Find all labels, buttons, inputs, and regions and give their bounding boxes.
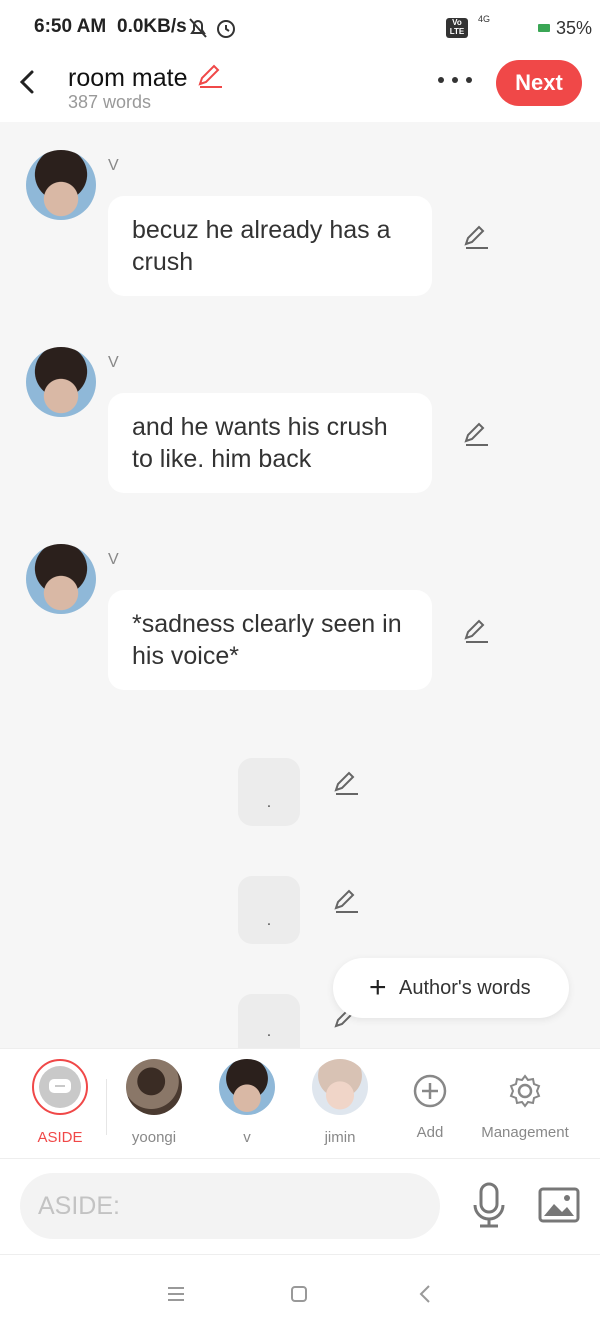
message-bubble[interactable]: *sadness clearly seen in his voice*	[108, 590, 432, 690]
gear-icon	[509, 1074, 541, 1108]
nav-back-icon[interactable]	[418, 1284, 432, 1304]
edit-message-icon[interactable]	[462, 421, 490, 449]
authors-words-button[interactable]: + Author's words	[333, 958, 569, 1018]
character-jimin[interactable]: jimin	[300, 1059, 380, 1146]
input-bar	[0, 1158, 600, 1255]
status-bar: 6:50 AM 0.0KB/s Vo LTE 4G 35%	[0, 0, 600, 56]
message-input[interactable]	[20, 1173, 440, 1239]
message-bubble[interactable]: becuz he already has a crush	[108, 196, 432, 296]
volte-icon: Vo LTE	[446, 18, 468, 38]
avatar	[312, 1059, 368, 1115]
edit-message-icon[interactable]	[332, 888, 360, 916]
microphone-icon[interactable]	[470, 1181, 508, 1231]
header: room mate 387 words Next	[0, 56, 600, 122]
character-aside[interactable]: ASIDE	[20, 1059, 100, 1146]
word-count: 387 words	[68, 92, 152, 112]
message-bubble[interactable]: and he wants his crush to like. him back	[108, 393, 432, 493]
next-button[interactable]: Next	[496, 60, 582, 106]
add-label: Add	[416, 1124, 444, 1141]
character-bar: ASIDE yoongi v jimin Add Management	[0, 1048, 600, 1159]
message-sender: V	[108, 354, 119, 371]
bell-off-icon	[189, 18, 207, 38]
message-sender: V	[108, 157, 119, 174]
aside-bubble[interactable]: .	[238, 758, 300, 826]
home-icon[interactable]	[290, 1285, 308, 1303]
avatar-v	[26, 150, 96, 220]
back-icon[interactable]	[16, 68, 40, 96]
image-icon[interactable]	[538, 1187, 580, 1225]
aside-avatar	[32, 1059, 88, 1115]
status-net-speed: 0.0KB/s	[117, 16, 187, 37]
edit-message-icon[interactable]	[462, 224, 490, 252]
management-button[interactable]: Management	[474, 1059, 576, 1141]
authors-words-label: Author's words	[399, 977, 531, 999]
character-name: ASIDE	[37, 1129, 83, 1146]
avatar-v	[26, 347, 96, 417]
more-icon[interactable]	[436, 74, 474, 86]
character-name: jimin	[324, 1129, 356, 1146]
chat-bubble-icon	[49, 1079, 71, 1093]
aside-bubble[interactable]: .	[238, 994, 300, 1048]
menu-icon[interactable]	[166, 1285, 186, 1303]
avatar	[126, 1059, 182, 1115]
network-type: 4G	[478, 14, 491, 24]
alarm-icon	[217, 20, 235, 38]
edit-title-icon[interactable]	[196, 62, 224, 90]
avatar	[219, 1059, 275, 1115]
volte-label: Vo LTE	[449, 18, 465, 36]
avatar-v	[26, 544, 96, 614]
character-v[interactable]: v	[207, 1059, 287, 1146]
character-name: v	[243, 1129, 251, 1146]
system-nav-bar	[0, 1254, 600, 1334]
story-title: room mate	[68, 64, 188, 92]
aside-bubble[interactable]: .	[238, 876, 300, 944]
edit-message-icon[interactable]	[332, 770, 360, 798]
status-time: 6:50 AM	[34, 16, 107, 37]
divider	[106, 1079, 107, 1135]
management-label: Management	[481, 1124, 569, 1141]
character-yoongi[interactable]: yoongi	[114, 1059, 194, 1146]
character-name: yoongi	[131, 1129, 177, 1146]
add-circle-icon	[413, 1074, 447, 1108]
add-character-button[interactable]: Add	[390, 1059, 470, 1141]
battery-level: 35%	[556, 18, 593, 38]
message-sender: V	[108, 551, 119, 568]
battery-icon	[538, 24, 550, 32]
edit-message-icon[interactable]	[462, 618, 490, 646]
plus-icon: +	[369, 971, 387, 1004]
story-title-wrap[interactable]: room mate	[68, 58, 224, 93]
